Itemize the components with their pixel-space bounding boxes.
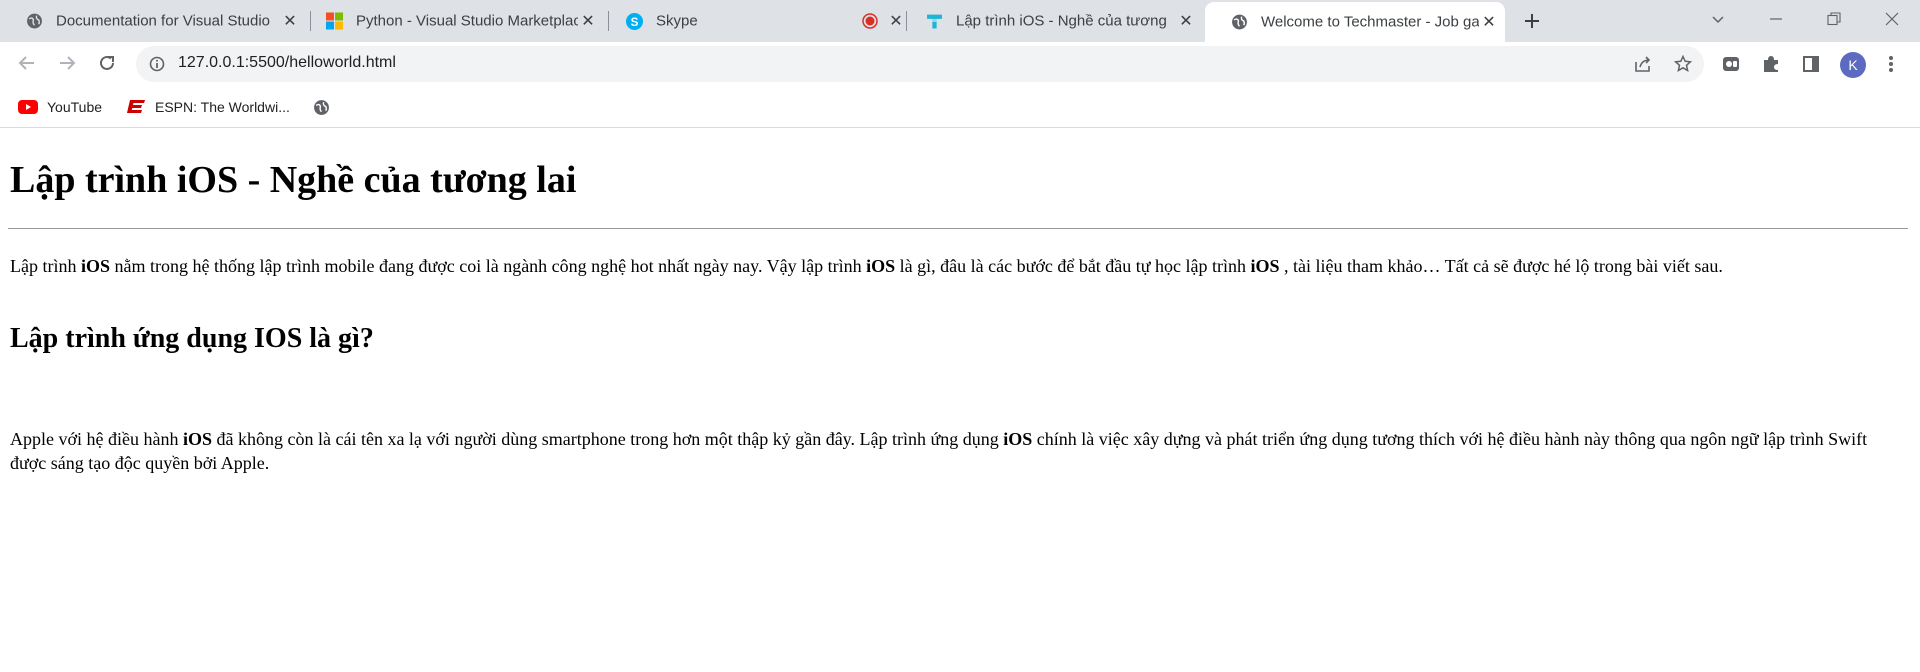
close-window-button[interactable] [1864, 0, 1920, 38]
forward-button[interactable] [51, 47, 83, 79]
body-paragraph: Apple với hệ điều hành iOS đã không còn … [10, 427, 1880, 475]
tab-strip: Documentation for Visual Studio ✕ Python… [0, 0, 1920, 42]
extensions-puzzle-icon[interactable] [1758, 51, 1784, 77]
intro-text: nằm trong hệ thống lập trình mobile đang… [110, 256, 867, 276]
restore-button[interactable] [1806, 0, 1862, 38]
ios-keyword: iOS [1250, 256, 1280, 276]
new-tab-button[interactable] [1518, 7, 1546, 35]
tab-title: Documentation for Visual Studio [56, 12, 270, 30]
bookmarks-bar: YouTube ESPN: The Worldwi... [0, 84, 1920, 128]
tab-skype[interactable]: S Skype ✕ [600, 0, 903, 42]
minimize-button[interactable] [1748, 0, 1804, 38]
globe-icon [311, 99, 331, 115]
tab-title: Lập trình iOS - Nghề của tương lai [956, 12, 1170, 30]
close-icon[interactable]: ✕ [1176, 11, 1196, 31]
tab-search-chevron-icon[interactable] [1690, 0, 1746, 38]
address-bar[interactable]: 127.0.0.1:5500/helloworld.html [136, 46, 1704, 82]
section-heading: Lập trình ứng dụng IOS là gì? [10, 323, 374, 354]
url-text[interactable]: 127.0.0.1:5500/helloworld.html [178, 54, 396, 72]
share-icon[interactable] [1632, 53, 1654, 75]
globe-icon [1231, 14, 1248, 31]
bookmark-youtube[interactable]: YouTube [18, 96, 102, 118]
bookmark-star-icon[interactable] [1672, 53, 1694, 75]
intro-text: Lập trình [10, 256, 81, 276]
svg-text:S: S [631, 15, 639, 28]
intro-text: là gì, đâu là các bước để bắt đầu tự học… [895, 256, 1251, 276]
ios-keyword: iOS [80, 256, 110, 276]
espn-icon [126, 99, 146, 115]
side-panel-icon[interactable] [1798, 51, 1824, 77]
tab-documentation[interactable]: Documentation for Visual Studio ✕ [0, 0, 300, 42]
page-heading: Lập trình iOS - Nghề của tương lai [10, 159, 577, 201]
ios-keyword: iOS [1003, 429, 1033, 449]
close-icon[interactable]: ✕ [578, 11, 598, 31]
body-text: Apple với hệ điều hành [10, 429, 183, 449]
close-icon[interactable]: ✕ [280, 11, 300, 31]
bookmark-espn[interactable]: ESPN: The Worldwi... [126, 96, 290, 118]
microsoft-logo-icon [326, 12, 343, 30]
back-button[interactable] [11, 47, 43, 79]
tab-techmaster-active[interactable]: Welcome to Techmaster - Job gateway ✕ [1205, 2, 1505, 42]
bookmark-label: YouTube [47, 99, 103, 115]
globe-icon [26, 13, 43, 30]
close-icon[interactable]: ✕ [1479, 12, 1499, 32]
extension-vpn-icon[interactable] [1718, 51, 1744, 77]
tab-python-marketplace[interactable]: Python - Visual Studio Marketplace ✕ [300, 0, 600, 42]
page-content: Lập trình iOS - Nghề của tương lai Lập t… [0, 128, 1920, 672]
horizontal-rule [8, 228, 1908, 229]
body-text: đã không còn là cái tên xa lạ với người … [212, 429, 1004, 449]
skype-icon: S [626, 12, 643, 30]
reload-button[interactable] [91, 47, 123, 79]
ios-keyword: iOS [182, 429, 212, 449]
youtube-icon [18, 99, 38, 115]
recording-indicator-icon [860, 11, 880, 31]
profile-avatar[interactable]: K [1840, 52, 1866, 78]
tab-title: Welcome to Techmaster - Job gateway [1261, 13, 1479, 31]
tab-title: Skype [656, 12, 698, 30]
intro-paragraph: Lập trình iOS nằm trong hệ thống lập trì… [10, 254, 1880, 278]
techmaster-icon [926, 13, 943, 30]
tab-lap-trinh-ios[interactable]: Lập trình iOS - Nghề của tương lai ✕ [900, 0, 1205, 42]
site-info-icon[interactable] [148, 55, 166, 73]
browser-toolbar: 127.0.0.1:5500/helloworld.html K [0, 42, 1920, 84]
intro-text: , tài liệu tham khảo… Tất cả sẽ được hé … [1279, 256, 1723, 276]
bookmark-label: ESPN: The Worldwi... [155, 99, 290, 115]
tab-title: Python - Visual Studio Marketplace [356, 12, 578, 30]
more-menu-icon[interactable] [1878, 51, 1904, 77]
ios-keyword: iOS [866, 256, 896, 276]
bookmark-globe[interactable] [311, 96, 340, 118]
